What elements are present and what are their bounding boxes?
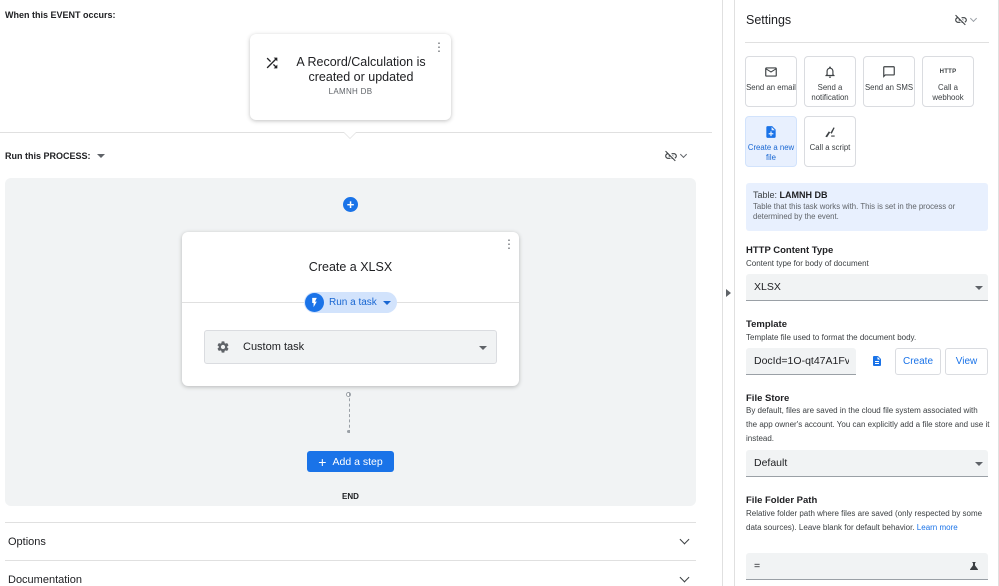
process-label: Run this PROCESS: (5, 151, 91, 161)
caret-down-icon (479, 346, 487, 350)
run-task-label: Run a task (329, 297, 377, 308)
template-create-button[interactable]: Create (895, 348, 941, 375)
task-type-label: Custom task (243, 341, 305, 353)
task-more-icon[interactable]: ⋮ (503, 237, 515, 251)
link-off-icon (665, 150, 677, 162)
http-content-type-value: XLSX (754, 281, 781, 293)
chevron-down-icon (679, 572, 690, 583)
file-folder-path-description: Relative folder path where files are sav… (746, 507, 990, 535)
tile-label: Send a notification (811, 83, 849, 102)
http-icon: HTTP (939, 69, 957, 75)
caret-down-icon (975, 462, 983, 466)
table-info-title: Table: LAMNH DB (753, 190, 981, 200)
caret-down-icon (96, 154, 105, 158)
tile-call-script[interactable]: Call a script (804, 116, 856, 167)
plus-icon: + (318, 453, 327, 470)
file-store-label: File Store (746, 393, 790, 404)
file-folder-path-value: = (754, 560, 761, 572)
tile-label: Call a script (809, 143, 851, 152)
settings-panel: Settings Send an email Send a notificati… (734, 0, 999, 586)
documentation-section[interactable]: Documentation (5, 560, 696, 586)
file-store-select[interactable]: Default (746, 450, 988, 477)
tile-send-notification[interactable]: Send a notification (804, 56, 856, 107)
bell-icon (825, 66, 835, 78)
process-canvas: + ⋮ Create a XLSX Run a task Custom task… (5, 178, 696, 506)
automation-editor: When this EVENT occurs: ⋮ A Record/Calcu… (0, 0, 712, 586)
chevron-down-icon (679, 150, 688, 159)
caret-down-icon (975, 286, 983, 290)
tile-send-email[interactable]: Send an email (745, 56, 797, 107)
template-view-button[interactable]: View (945, 348, 988, 375)
process-selector[interactable]: Run this PROCESS: (5, 151, 105, 161)
event-table-name: LAMNH DB (328, 87, 373, 96)
template-input[interactable]: DocId=1O-qt47A1Fv (746, 348, 856, 375)
event-title: A Record/Calculation is created or updat… (296, 55, 426, 84)
divider-notch-inner (344, 132, 356, 138)
http-content-type-select[interactable]: XLSX (746, 274, 988, 301)
table-info-box: Table: LAMNH DB Table that this task wor… (746, 183, 988, 231)
expand-arrow-icon[interactable] (726, 289, 731, 297)
options-label: Options (8, 535, 46, 548)
file-store-value: Default (754, 457, 788, 469)
panel-splitter[interactable] (722, 0, 723, 586)
file-folder-path-input[interactable]: = (746, 553, 988, 580)
task-type-select[interactable]: Custom task (204, 330, 497, 364)
caret-down-icon (382, 300, 391, 305)
file-store-description: By default, files are saved in the cloud… (746, 406, 990, 443)
tile-send-sms[interactable]: Send an SMS (863, 56, 915, 107)
link-off-icon (955, 14, 967, 26)
learn-more-link[interactable]: Learn more (917, 523, 958, 532)
table-info-prefix: Table: (753, 190, 778, 200)
http-content-type-description: Content type for body of document (746, 259, 869, 268)
tile-label: Call a webhook (932, 83, 964, 102)
options-section[interactable]: Options (5, 522, 696, 560)
link-toggle[interactable] (664, 148, 696, 164)
tile-label: Send an SMS (864, 83, 914, 92)
end-label: END (342, 492, 359, 501)
tile-create-file[interactable]: Create a new file (745, 116, 797, 167)
chevron-down-icon (969, 14, 978, 23)
shuffle-icon (266, 57, 278, 69)
template-value: DocId=1O-qt47A1Fv (754, 355, 849, 367)
page: When this EVENT occurs: ⋮ A Record/Calcu… (0, 0, 999, 586)
event-card[interactable]: ⋮ A Record/Calculation is created or upd… (250, 34, 451, 120)
tile-label: Send an email (746, 83, 796, 92)
bolt-icon (305, 293, 324, 312)
settings-title: Settings (746, 13, 792, 27)
settings-link-toggle[interactable] (954, 12, 988, 28)
template-label: Template (746, 319, 788, 330)
script-icon (825, 127, 835, 138)
new-file-icon (766, 126, 776, 138)
add-step-label: Add a step (332, 455, 383, 468)
connector-end (347, 430, 350, 433)
http-content-type-label: HTTP Content Type (746, 245, 834, 256)
gear-icon (217, 341, 229, 353)
run-task-chip[interactable]: Run a task (304, 292, 397, 313)
chevron-down-icon (679, 534, 690, 545)
settings-divider (745, 42, 989, 43)
connector-line (349, 393, 350, 433)
email-icon (765, 67, 777, 77)
task-card[interactable]: ⋮ Create a XLSX Run a task Custom task (182, 232, 519, 386)
document-icon[interactable] (871, 354, 883, 368)
event-section-label: When this EVENT occurs: (5, 10, 116, 20)
table-info-name: LAMNH DB (779, 190, 828, 200)
tile-call-webhook[interactable]: HTTP Call a webhook (922, 56, 974, 107)
documentation-label: Documentation (8, 573, 82, 586)
file-folder-path-label: File Folder Path (746, 495, 818, 506)
table-info-description: Table that this task works with. This is… (753, 202, 956, 221)
add-step-button[interactable]: + Add a step (307, 451, 394, 472)
add-step-above-icon[interactable]: + (343, 197, 358, 212)
event-more-icon[interactable]: ⋮ (433, 40, 445, 54)
task-title: Create a XLSX (308, 260, 393, 274)
tile-label: Create a new file (747, 143, 795, 162)
template-description: Template file used to format the documen… (746, 333, 917, 342)
sms-icon (883, 66, 895, 78)
flask-icon[interactable] (968, 560, 980, 572)
